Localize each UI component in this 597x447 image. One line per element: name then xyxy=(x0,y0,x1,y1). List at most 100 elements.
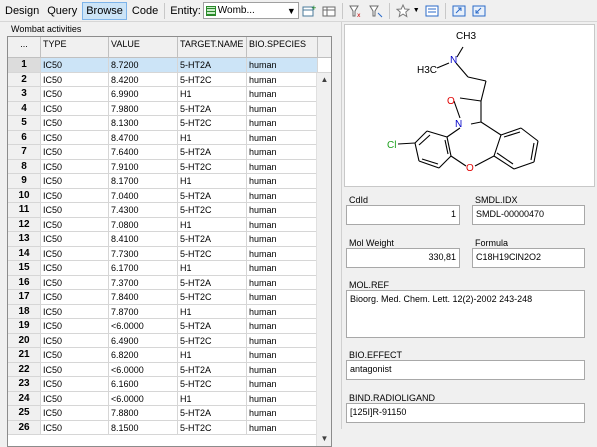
export-icon[interactable] xyxy=(451,3,467,19)
value-cell[interactable]: 7.8400 xyxy=(109,290,178,304)
value-cell[interactable]: 7.0800 xyxy=(109,217,178,231)
column-header-type[interactable]: TYPE xyxy=(41,37,109,57)
value-cell[interactable]: <6.0000 xyxy=(109,319,178,333)
bio-species-cell[interactable]: human xyxy=(247,87,318,101)
row-number[interactable]: 2 xyxy=(8,72,41,86)
row-number[interactable]: 21 xyxy=(8,348,41,362)
target-name-cell[interactable]: 5-HT2A xyxy=(178,58,247,72)
bio-species-cell[interactable]: human xyxy=(247,362,318,376)
value-cell[interactable]: 7.7300 xyxy=(109,246,178,260)
target-name-cell[interactable]: 5-HT2C xyxy=(178,333,247,347)
row-number[interactable]: 24 xyxy=(8,391,41,405)
target-name-cell[interactable]: 5-HT2C xyxy=(178,246,247,260)
table-row[interactable]: 11 IC50 7.4300 5-HT2C human xyxy=(8,203,331,218)
type-cell[interactable]: IC50 xyxy=(41,319,109,333)
bio-species-cell[interactable]: human xyxy=(247,159,318,173)
code-tab[interactable]: Code xyxy=(129,2,161,20)
column-header-value[interactable]: VALUE xyxy=(109,37,178,57)
type-cell[interactable]: IC50 xyxy=(41,275,109,289)
type-cell[interactable]: IC50 xyxy=(41,333,109,347)
target-name-cell[interactable]: 5-HT2A xyxy=(178,406,247,420)
grid-corner-header[interactable]: ... xyxy=(8,37,41,57)
row-number[interactable]: 7 xyxy=(8,145,41,159)
table-row[interactable]: 26 IC50 8.1500 5-HT2C human xyxy=(8,420,331,435)
target-name-cell[interactable]: 5-HT2A xyxy=(178,101,247,115)
type-cell[interactable]: IC50 xyxy=(41,116,109,130)
scroll-up-icon[interactable]: ▲ xyxy=(317,73,331,87)
target-name-cell[interactable]: 5-HT2C xyxy=(178,290,247,304)
target-name-cell[interactable]: H1 xyxy=(178,304,247,318)
bio-species-cell[interactable]: human xyxy=(247,304,318,318)
target-name-cell[interactable]: 5-HT2C xyxy=(178,159,247,173)
bio-species-cell[interactable]: human xyxy=(247,232,318,246)
bio-species-cell[interactable]: human xyxy=(247,72,318,86)
row-number[interactable]: 14 xyxy=(8,246,41,260)
value-cell[interactable]: 7.8700 xyxy=(109,304,178,318)
target-name-cell[interactable]: 5-HT2C xyxy=(178,116,247,130)
bio-species-cell[interactable]: human xyxy=(247,275,318,289)
bio-species-cell[interactable]: human xyxy=(247,116,318,130)
type-cell[interactable]: IC50 xyxy=(41,304,109,318)
row-number[interactable]: 1 xyxy=(8,58,41,72)
target-name-cell[interactable]: H1 xyxy=(178,217,247,231)
row-number[interactable]: 3 xyxy=(8,87,41,101)
target-name-cell[interactable]: 5-HT2A xyxy=(178,145,247,159)
value-cell[interactable]: 6.4900 xyxy=(109,333,178,347)
type-cell[interactable]: IC50 xyxy=(41,203,109,217)
import-icon[interactable] xyxy=(471,3,487,19)
row-number[interactable]: 6 xyxy=(8,130,41,144)
row-number[interactable]: 12 xyxy=(8,217,41,231)
row-number[interactable]: 18 xyxy=(8,304,41,318)
type-cell[interactable]: IC50 xyxy=(41,261,109,275)
value-cell[interactable]: 8.4100 xyxy=(109,232,178,246)
query-tab[interactable]: Query xyxy=(44,2,80,20)
table-row[interactable]: 13 IC50 8.4100 5-HT2A human xyxy=(8,232,331,247)
list-icon[interactable] xyxy=(424,3,440,19)
value-cell[interactable]: 8.1500 xyxy=(109,420,178,434)
value-cell[interactable]: 7.6400 xyxy=(109,145,178,159)
table-row[interactable]: 19 IC50 <6.0000 5-HT2A human xyxy=(8,319,331,334)
row-number[interactable]: 11 xyxy=(8,203,41,217)
star-icon[interactable] xyxy=(395,3,411,19)
mol-weight-field[interactable]: 330,81 xyxy=(346,248,460,268)
row-number[interactable]: 23 xyxy=(8,377,41,391)
table-row[interactable]: 2 IC50 8.4200 5-HT2C human xyxy=(8,72,331,87)
value-cell[interactable]: 8.1700 xyxy=(109,174,178,188)
row-number[interactable]: 26 xyxy=(8,420,41,434)
type-cell[interactable]: IC50 xyxy=(41,406,109,420)
type-cell[interactable]: IC50 xyxy=(41,232,109,246)
value-cell[interactable]: 7.9800 xyxy=(109,101,178,115)
table-row[interactable]: 6 IC50 8.4700 H1 human xyxy=(8,130,331,145)
bio-species-cell[interactable]: human xyxy=(247,145,318,159)
target-name-cell[interactable]: 5-HT2C xyxy=(178,203,247,217)
row-number[interactable]: 4 xyxy=(8,101,41,115)
row-number[interactable]: 13 xyxy=(8,232,41,246)
bio-species-cell[interactable]: human xyxy=(247,348,318,362)
bio-species-cell[interactable]: human xyxy=(247,188,318,202)
column-header-bio-species[interactable]: BIO.SPECIES xyxy=(247,37,318,57)
table-row[interactable]: 4 IC50 7.9800 5-HT2A human xyxy=(8,101,331,116)
filter-icon[interactable]: x xyxy=(348,3,364,19)
type-cell[interactable]: IC50 xyxy=(41,87,109,101)
table-icon[interactable] xyxy=(321,3,337,19)
target-name-cell[interactable]: H1 xyxy=(178,130,247,144)
scroll-down-icon[interactable]: ▼ xyxy=(317,432,331,446)
cdid-field[interactable]: 1 xyxy=(346,205,460,225)
table-row[interactable]: 1 IC50 8.7200 5-HT2A human xyxy=(8,58,331,73)
row-number[interactable]: 17 xyxy=(8,290,41,304)
target-name-cell[interactable]: 5-HT2A xyxy=(178,188,247,202)
bio-species-cell[interactable]: human xyxy=(247,261,318,275)
bio-species-cell[interactable]: human xyxy=(247,377,318,391)
row-number[interactable]: 16 xyxy=(8,275,41,289)
value-cell[interactable]: 8.4700 xyxy=(109,130,178,144)
smdl-idx-field[interactable]: SMDL-00000470 xyxy=(472,205,585,225)
type-cell[interactable]: IC50 xyxy=(41,174,109,188)
type-cell[interactable]: IC50 xyxy=(41,391,109,405)
table-row[interactable]: 5 IC50 8.1300 5-HT2C human xyxy=(8,116,331,131)
type-cell[interactable]: IC50 xyxy=(41,145,109,159)
row-number[interactable]: 20 xyxy=(8,333,41,347)
type-cell[interactable]: IC50 xyxy=(41,246,109,260)
value-cell[interactable]: 6.8200 xyxy=(109,348,178,362)
value-cell[interactable]: 7.0400 xyxy=(109,188,178,202)
type-cell[interactable]: IC50 xyxy=(41,58,109,72)
